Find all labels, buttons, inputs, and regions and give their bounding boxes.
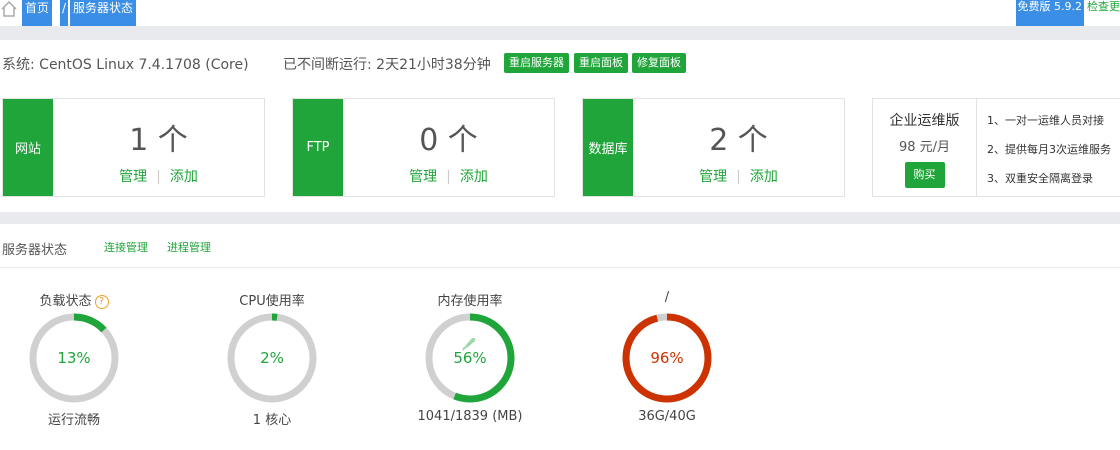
connection-manage-link[interactable]: 连接管理 xyxy=(104,239,148,255)
database-manage-link[interactable]: 管理 xyxy=(699,169,727,185)
version-badge: 免费版 5.9.2 xyxy=(1015,0,1084,26)
database-add-link[interactable]: 添加 xyxy=(750,169,778,185)
enterprise-title: 企业运维版 xyxy=(889,113,960,129)
database-links: 管理 | 添加 xyxy=(633,166,844,186)
ftp-add-link[interactable]: 添加 xyxy=(460,169,488,185)
database-card: 数据库 2 个 管理 | 添加 xyxy=(582,98,845,197)
ftp-count: 0 个 xyxy=(419,123,478,158)
cpu-cores: 1 核心 xyxy=(252,413,292,428)
ftp-card: FTP 0 个 管理 | 添加 xyxy=(292,98,555,197)
disk-percent: 96% xyxy=(650,349,684,367)
enterprise-offer: 企业运维版 98 元/月 购买 xyxy=(873,99,977,196)
feature-item: 3、双重安全隔离登录 xyxy=(987,172,1093,185)
check-update-link[interactable]: 检查更 xyxy=(1087,0,1120,16)
database-tab: 数据库 xyxy=(583,99,633,196)
cpu-label: CPU使用率 xyxy=(239,294,305,309)
system-os: 系统: CentOS Linux 7.4.1708 (Core) xyxy=(2,57,249,73)
website-count: 1 个 xyxy=(129,123,188,158)
load-status: 运行流畅 xyxy=(47,413,100,428)
database-count: 2 个 xyxy=(709,123,768,158)
load-gauge[interactable]: 负载状态? 13% 运行流畅 xyxy=(0,290,154,430)
enterprise-price: 98 元/月 xyxy=(898,140,951,155)
load-label: 负载状态? xyxy=(0,290,154,309)
load-percent: 13% xyxy=(57,349,91,367)
system-uptime: 已不间断运行: 2天21小时38分钟 xyxy=(283,57,491,73)
website-manage-link[interactable]: 管理 xyxy=(119,169,147,185)
ftp-links: 管理 | 添加 xyxy=(343,166,554,186)
cpu-percent: 2% xyxy=(260,349,284,367)
stats-section: 网站 1 个 管理 | 添加 FTP 0 个 管理 | 添加 数据库 2 个 管理 | 添加… xyxy=(0,84,1120,212)
feature-item: 1、一对一运维人员对接 xyxy=(987,114,1104,127)
ftp-manage-link[interactable]: 管理 xyxy=(409,169,437,185)
home-icon[interactable] xyxy=(0,0,18,18)
server-state-header: 服务器状态 连接管理 进程管理 xyxy=(0,224,1120,268)
memory-usage: 1041/1839 (MB) xyxy=(417,409,523,424)
enterprise-features: 1、一对一运维人员对接 2、提供每月3次运维服务 3、双重安全隔离登录 xyxy=(987,112,1111,199)
enterprise-card: 企业运维版 98 元/月 购买 1、一对一运维人员对接 2、提供每月3次运维服务… xyxy=(872,98,1120,197)
ftp-tab: FTP xyxy=(293,99,343,196)
restart-panel-button[interactable]: 重启面板 xyxy=(574,53,628,73)
disk-gauge[interactable]: / 96% 36G/40G xyxy=(587,290,747,430)
link-separator: | xyxy=(446,169,451,185)
breadcrumb: 首页 / 服务器状态 免费版 5.9.2 检查更 xyxy=(0,0,1120,26)
link-separator: | xyxy=(736,169,741,185)
buy-button[interactable]: 购买 xyxy=(904,162,945,188)
restart-server-button[interactable]: 重启服务器 xyxy=(504,53,569,73)
server-state-panel: 服务器状态 连接管理 进程管理 负载状态? 13% 运行流畅 CPU使用率 2%… xyxy=(0,224,1120,450)
breadcrumb-current: 服务器状态 xyxy=(70,0,137,26)
help-icon[interactable]: ? xyxy=(94,295,109,309)
website-tab: 网站 xyxy=(3,99,53,196)
website-add-link[interactable]: 添加 xyxy=(170,169,198,185)
process-manage-link[interactable]: 进程管理 xyxy=(167,239,211,255)
memory-percent: 56% xyxy=(453,349,487,367)
breadcrumb-separator: / xyxy=(60,0,69,26)
disk-usage: 36G/40G xyxy=(638,409,696,424)
repair-panel-button[interactable]: 修复面板 xyxy=(632,53,686,73)
link-separator: | xyxy=(156,169,161,185)
cpu-gauge[interactable]: CPU使用率 2% 1 核心 xyxy=(192,290,352,430)
memory-label: 内存使用率 xyxy=(437,294,503,309)
website-card: 网站 1 个 管理 | 添加 xyxy=(2,98,265,197)
feature-item: 2、提供每月3次运维服务 xyxy=(987,143,1111,156)
system-info-bar: 系统: CentOS Linux 7.4.1708 (Core) 已不间断运行:… xyxy=(0,40,1120,84)
memory-gauge[interactable]: 内存使用率 56% 1041/1839 (MB) xyxy=(390,290,550,430)
server-state-title: 服务器状态 xyxy=(2,243,68,258)
website-links: 管理 | 添加 xyxy=(53,166,264,186)
disk-label: / xyxy=(664,290,670,305)
breadcrumb-home[interactable]: 首页 xyxy=(22,0,53,26)
